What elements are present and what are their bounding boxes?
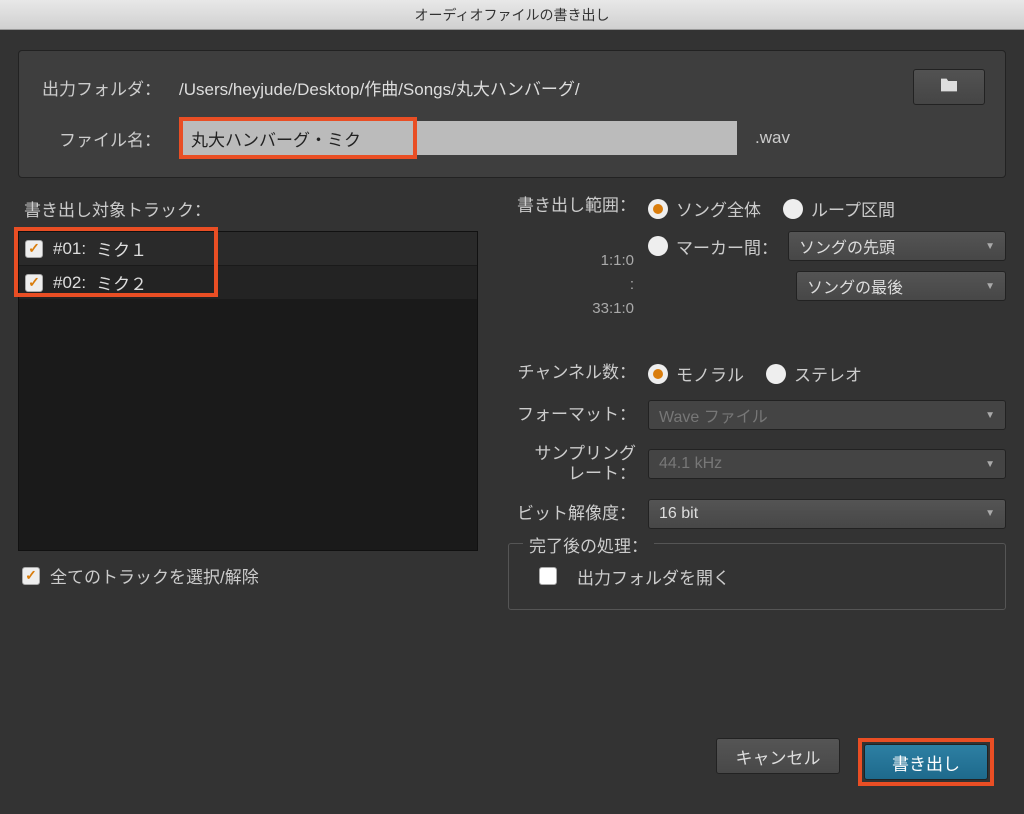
dialog-buttons: キャンセル 書き出し [716,738,994,786]
window-titlebar: オーディオファイルの書き出し [0,0,1024,30]
samplerate-value: 44.1 kHz [659,455,722,473]
track-id: #02: [53,273,86,293]
format-value: Wave ファイル [659,403,768,427]
filename-input-ext[interactable] [417,121,737,155]
radio-mono[interactable] [648,364,668,384]
samplerate-label: サンプリング レート： [508,444,648,485]
select-all-row[interactable]: 全てのトラックを選択/解除 [22,563,478,588]
output-panel: 出力フォルダ： /Users/heyjude/Desktop/作曲/Songs/… [18,50,1006,178]
output-folder-path: /Users/heyjude/Desktop/作曲/Songs/丸大ハンバーグ/ [179,75,913,100]
filename-input[interactable] [183,121,413,155]
track-row[interactable]: #02: ミク２ [19,266,477,300]
window-title: オーディオファイルの書き出し [414,5,609,25]
track-checkbox[interactable] [25,240,43,258]
radio-mono-label: モノラル [676,361,744,386]
radio-loop-label: ループ区間 [811,196,895,221]
radio-loop[interactable] [783,199,803,219]
bitdepth-label: ビット解像度： [508,504,648,524]
track-name: ミク２ [96,270,147,295]
track-checkbox[interactable] [25,274,43,292]
chevron-down-icon: ▼ [985,508,995,519]
filename-label: ファイル名： [39,126,179,151]
radio-song-all[interactable] [648,199,668,219]
open-folder-label: 出力フォルダを開く [577,564,730,589]
chevron-down-icon: ▼ [985,241,995,252]
marker-from-value: ソングの先頭 [799,234,895,258]
radio-marker[interactable] [648,236,668,256]
chevron-down-icon: ▼ [985,410,995,421]
export-button[interactable]: 書き出し [864,744,988,780]
radio-stereo[interactable] [766,364,786,384]
filename-highlight [179,117,417,159]
open-folder-checkbox[interactable] [539,567,557,585]
select-all-checkbox[interactable] [22,567,40,585]
range-label: 書き出し範囲： [508,196,648,216]
output-folder-label: 出力フォルダ： [39,75,179,100]
marker-to-dropdown[interactable]: ソングの最後 ▼ [796,271,1006,301]
browse-folder-button[interactable] [913,69,985,105]
chevron-down-icon: ▼ [985,459,995,470]
export-highlight: 書き出し [858,738,994,786]
track-name: ミク１ [96,236,147,261]
samplerate-dropdown[interactable]: 44.1 kHz ▼ [648,449,1006,479]
file-extension: .wav [755,128,790,148]
chevron-down-icon: ▼ [985,281,995,292]
post-process-group: 完了後の処理： 出力フォルダを開く [508,543,1006,610]
bitdepth-value: 16 bit [659,505,698,523]
radio-stereo-label: ステレオ [794,361,862,386]
track-list[interactable]: #01: ミク１ #02: ミク２ [18,231,478,551]
track-id: #01: [53,239,86,259]
folder-icon [939,77,959,98]
radio-song-all-label: ソング全体 [676,196,761,221]
marker-from-dropdown[interactable]: ソングの先頭 ▼ [788,231,1006,261]
format-label: フォーマット： [508,405,648,425]
bitdepth-dropdown[interactable]: 16 bit ▼ [648,499,1006,529]
format-dropdown[interactable]: Wave ファイル ▼ [648,400,1006,430]
channels-label: チャンネル数： [508,363,648,383]
post-process-legend: 完了後の処理： [523,532,654,557]
marker-to-value: ソングの最後 [807,274,903,298]
radio-marker-label: マーカー間： [676,234,778,259]
dialog-content: 出力フォルダ： /Users/heyjude/Desktop/作曲/Songs/… [0,30,1024,610]
track-row[interactable]: #01: ミク１ [19,232,477,266]
cancel-button[interactable]: キャンセル [716,738,840,774]
select-all-label: 全てのトラックを選択/解除 [50,563,259,588]
tracks-label: 書き出し対象トラック： [24,196,478,221]
